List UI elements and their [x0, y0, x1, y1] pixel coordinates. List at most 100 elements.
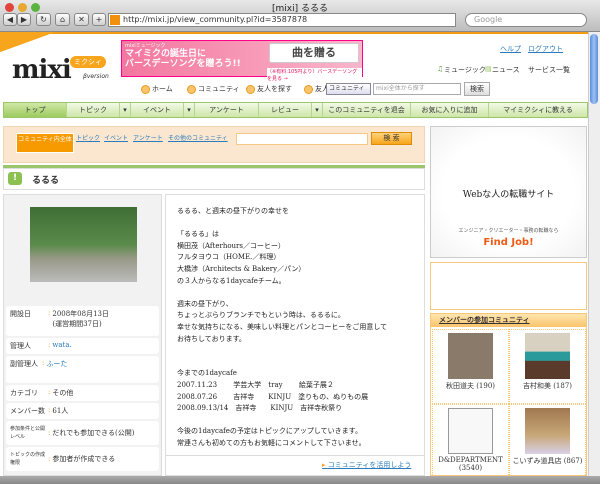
scrollbar-thumb[interactable]: [590, 34, 598, 104]
tab-topic-dropdown[interactable]: ▾: [120, 103, 131, 117]
member-communities-title[interactable]: メンバーの参加コミュニティ: [431, 314, 586, 327]
info-row-category: カテゴリ: その他: [6, 385, 159, 401]
nav-home-label: ホーム: [152, 85, 173, 93]
community-search-input[interactable]: [236, 133, 368, 145]
nav-community-label: コミュニティ: [198, 85, 240, 93]
exclamation-icon: !: [8, 172, 22, 185]
member-community-item[interactable]: こいずみ道具店 (867): [509, 404, 586, 479]
subadmin-link[interactable]: ふーた: [46, 359, 67, 380]
divider: [165, 455, 425, 456]
community-name: こいずみ道具店 (867): [512, 457, 583, 465]
gift-song-button[interactable]: 曲を贈る: [269, 43, 359, 63]
banner-label: mixiミュージック: [125, 43, 166, 49]
community-search-button[interactable]: 検 索: [371, 132, 412, 145]
tab-top[interactable]: トップ: [4, 103, 67, 117]
tab-event[interactable]: イベント: [131, 103, 184, 117]
search-icon: [246, 84, 255, 94]
member-community-item[interactable]: D&DEPARTMENT (3540): [432, 404, 509, 479]
search-scope-other[interactable]: その他のコミュニティ: [168, 133, 228, 142]
window-bottom-bar: [0, 476, 600, 484]
info-row-topic-permission: トピックの作成権限: 参加者が作成できる: [6, 447, 159, 471]
service-music-link[interactable]: ミュージック: [444, 65, 486, 75]
search-scope-active[interactable]: コミュニティ内全体: [16, 133, 74, 153]
admin-link[interactable]: wata.: [52, 341, 71, 351]
help-link[interactable]: ヘルプ: [500, 44, 521, 54]
mixi-search-button[interactable]: 検索: [464, 82, 490, 96]
home-icon: [141, 84, 150, 94]
news-icon: ▤: [485, 65, 492, 73]
community-title: るるる: [32, 176, 60, 186]
tab-event-dropdown[interactable]: ▾: [184, 103, 195, 117]
tell-friends-button[interactable]: マイミクシィに教える: [489, 103, 587, 117]
nav-find-friends[interactable]: 友人を探す: [246, 84, 292, 94]
mail-icon: [304, 84, 313, 94]
community-name: 秋田道夫 (190): [445, 382, 496, 390]
banner-headline: マイミクの誕生日に バースデーソングを贈ろう!!: [125, 49, 241, 69]
nav-community[interactable]: コミュニティ: [187, 84, 240, 94]
member-community-item[interactable]: 秋田道夫 (190): [432, 329, 509, 404]
search-scope-select[interactable]: コミュニティ: [326, 83, 371, 95]
info-key: 副管理人: [10, 360, 38, 368]
member-community-item[interactable]: 吉村和美 (187): [509, 329, 586, 404]
forward-button[interactable]: ▶: [17, 13, 31, 26]
empty-ad-box: [430, 262, 587, 310]
community-icon: [187, 84, 196, 94]
info-key: メンバー数: [10, 407, 45, 415]
mixi-search-input[interactable]: mixi全体から探す: [373, 83, 461, 95]
logout-link[interactable]: ログアウト: [528, 44, 563, 54]
info-value: 61人: [52, 407, 69, 415]
community-name: 吉村和美 (187): [522, 382, 573, 390]
info-row-join-condition: 参加条件と公開レベル: だれでも参加できる(公開): [6, 421, 159, 445]
address-bar[interactable]: http://mixi.jp/view_community.pl?id=3587…: [108, 13, 456, 27]
mixi-logo[interactable]: mixi: [12, 55, 72, 85]
tab-topic[interactable]: トピック: [67, 103, 120, 117]
nav-home[interactable]: ホーム: [141, 84, 173, 94]
info-value: だれでも参加できる(公開): [52, 429, 135, 437]
info-row-members: メンバー数:61人: [6, 403, 159, 419]
browser-search-input[interactable]: Google: [465, 13, 587, 27]
service-news-link[interactable]: ニュース: [492, 65, 520, 75]
search-scope-event[interactable]: イベント: [104, 133, 128, 142]
job-ad[interactable]: Webな人の転職サイト エンジニア・クリエーター・事務の転職なら Find Jo…: [430, 126, 587, 258]
community-title-box: [3, 168, 425, 190]
community-description: るるる、と週末の昼下がりの幸せを 「るるる」は 横田茂（Afterhours／コ…: [177, 207, 388, 447]
ad-headline: Webな人の転職サイト: [462, 190, 555, 200]
search-scope-enquete[interactable]: アンケート: [133, 133, 163, 142]
favicon-icon: [110, 15, 120, 25]
music-banner-ad[interactable]: mixiミュージック マイミクの誕生日に バースデーソングを贈ろう!! 曲を贈る…: [121, 40, 363, 82]
info-key: カテゴリ: [10, 389, 38, 397]
home-button[interactable]: ⌂: [55, 13, 70, 26]
community-name: D&DEPARTMENT (3540): [438, 456, 503, 472]
service-list-link[interactable]: サービス一覧: [528, 65, 570, 75]
findjob-logo: Find Job!: [483, 237, 534, 248]
stop-button[interactable]: ✕: [74, 13, 89, 26]
info-row-created: 開設日:2008年08月13日 (運営期間37日): [6, 306, 159, 336]
community-tab-bar: トップ トピック ▾ イベント ▾ アンケート レビュー ▾ このコミュニティを…: [3, 102, 588, 118]
use-community-link[interactable]: コミュニティを活用しよう: [322, 460, 412, 470]
reload-button[interactable]: ↻: [36, 13, 51, 26]
info-row-subadmin: 副管理人: ふーた: [6, 356, 159, 383]
logo-version: βversion: [83, 73, 109, 80]
nav-find-friends-label: 友人を探す: [257, 85, 292, 93]
tab-review-dropdown[interactable]: ▾: [312, 103, 323, 117]
info-key: 開設日: [10, 310, 31, 318]
add-bookmark-button[interactable]: +: [92, 13, 106, 26]
search-scope-topic[interactable]: トピック: [76, 133, 100, 142]
member-communities-panel: 秋田道夫 (190) 吉村和美 (187) D&DEPARTMENT (3540…: [430, 313, 587, 479]
community-thumbnail: [448, 333, 493, 379]
info-key: 管理人: [10, 342, 31, 350]
music-icon: ♫: [437, 65, 444, 73]
info-value: その他: [52, 389, 74, 397]
back-button[interactable]: ◀: [3, 13, 17, 26]
community-thumbnail: [525, 333, 570, 379]
tab-enquete[interactable]: アンケート: [195, 103, 259, 117]
community-photo[interactable]: [30, 207, 137, 282]
header-line: [0, 32, 588, 34]
add-favorite-button[interactable]: お気に入りに追加: [411, 103, 489, 117]
banner-sub[interactable]: （※有料:105円より）バースデーソングを見る →: [267, 68, 362, 82]
info-key: 参加条件と公開レベル: [10, 426, 46, 440]
tab-review[interactable]: レビュー: [259, 103, 312, 117]
community-thumbnail: [448, 408, 493, 454]
leave-community-button[interactable]: このコミュニティを退会: [323, 103, 411, 117]
logo-badge: ミクシィ: [70, 56, 106, 68]
